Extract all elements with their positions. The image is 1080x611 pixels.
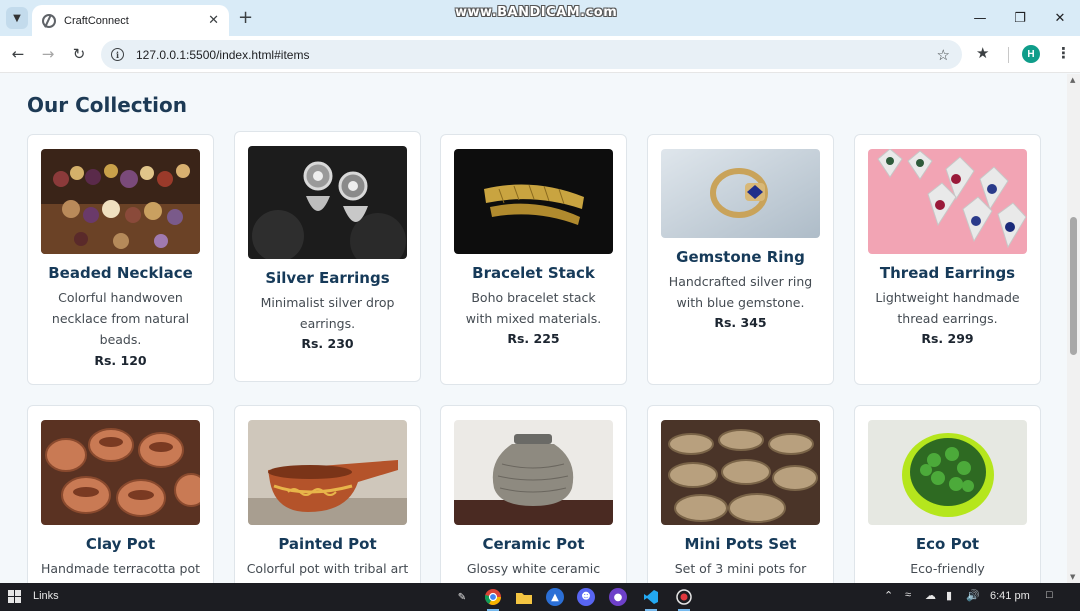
chrome-icon[interactable] [484, 588, 502, 611]
scrollbar-thumb[interactable] [1070, 217, 1077, 355]
scroll-down-icon[interactable]: ▼ [1070, 573, 1075, 581]
scroll-up-icon[interactable]: ▲ [1070, 76, 1075, 84]
product-image-beaded-necklace [41, 149, 200, 254]
browser-tab[interactable]: CraftConnect ✕ [32, 5, 229, 36]
product-description: Minimalist silver drop earrings. [260, 295, 395, 331]
github-icon[interactable]: ● [609, 588, 627, 606]
product-price: Rs. 299 [921, 331, 974, 346]
reload-button[interactable]: ↻ [69, 44, 89, 64]
product-name: Ceramic Pot [482, 535, 585, 553]
bookmark-star-icon[interactable]: ☆ [937, 46, 950, 64]
product-image-mini-pots [661, 420, 820, 525]
battery-icon[interactable]: ▮ [946, 589, 952, 602]
product-card[interactable]: Bracelet Stack Boho bracelet stack with … [440, 134, 627, 385]
product-name: Bracelet Stack [472, 264, 595, 282]
discord-icon[interactable]: ☻ [577, 588, 595, 606]
globe-icon [42, 13, 56, 28]
close-window-button[interactable]: ✕ [1040, 0, 1080, 36]
product-description: Glossy white ceramic [466, 561, 601, 576]
product-image-ceramic-pot [454, 420, 613, 525]
pen-tool-icon[interactable]: ✎ [453, 588, 471, 606]
browser-toolbar: ← → ↻ i 127.0.0.1:5500/index.html#items … [0, 36, 1080, 73]
product-price: Rs. 120 [94, 353, 147, 368]
tab-title: CraftConnect [64, 14, 129, 27]
product-name: Mini Pots Set [684, 535, 797, 553]
window-controls: — ❐ ✕ [960, 0, 1080, 36]
product-description: Set of 3 mini pots for [674, 561, 807, 576]
minimize-button[interactable]: — [960, 0, 1000, 36]
tab-search-button[interactable]: ▼ [6, 7, 28, 29]
windows-start-icon[interactable] [8, 590, 22, 604]
product-description: Handmade terracotta pot [40, 561, 201, 576]
product-name: Painted Pot [278, 535, 377, 553]
product-price: Rs. 225 [507, 331, 560, 346]
product-image-eco-pot [868, 420, 1027, 525]
product-price: Rs. 230 [301, 336, 354, 351]
file-explorer-icon[interactable] [515, 588, 533, 606]
windows-taskbar: Links ✎ ▲ ☻ ● ⌃ ≈ ☁ ▮ 🔊 6:41 pm □ [0, 583, 1080, 611]
product-image-gold-bracelet [454, 149, 613, 254]
product-description: Colorful pot with tribal art [246, 561, 409, 576]
profile-avatar[interactable]: H [1022, 45, 1040, 63]
product-description: Lightweight handmade thread earrings. [875, 290, 1020, 326]
site-info-icon[interactable]: i [111, 48, 124, 61]
page-viewport: Our Collection Beaded Necklace Colorful … [0, 74, 1067, 583]
product-card[interactable]: Silver Earrings Minimalist silver drop e… [234, 131, 421, 382]
app-icon[interactable]: ▲ [546, 588, 564, 606]
extensions-icon[interactable]: ★ [976, 44, 989, 62]
product-image-clay-pots [41, 420, 200, 525]
product-description: Boho bracelet stack with mixed materials… [465, 290, 602, 326]
product-name: Thread Earrings [879, 264, 1016, 282]
product-card[interactable]: Eco Pot Eco-friendly [854, 405, 1041, 583]
page-scrollbar[interactable]: ▲ ▼ [1067, 74, 1080, 583]
product-description: Handcrafted silver ring with blue gemsto… [668, 274, 813, 310]
restore-button[interactable]: ❐ [1000, 0, 1040, 36]
vscode-icon[interactable] [642, 588, 660, 611]
forward-button[interactable]: → [38, 44, 58, 64]
close-tab-icon[interactable]: ✕ [208, 13, 219, 28]
chevron-down-icon: ▼ [13, 12, 21, 24]
product-image-painted-pot [248, 420, 407, 525]
address-bar[interactable]: i 127.0.0.1:5500/index.html#items ☆ [101, 40, 962, 69]
new-tab-button[interactable]: + [238, 8, 253, 28]
url-text[interactable]: 127.0.0.1:5500/index.html#items [136, 48, 937, 62]
toolbar-divider [1008, 47, 1009, 63]
product-image-thread-earrings [868, 149, 1027, 254]
product-description: Colorful handwoven necklace from natural… [51, 290, 190, 347]
product-name: Beaded Necklace [48, 264, 193, 282]
wifi-icon[interactable]: ≈ [905, 589, 911, 601]
notification-icon[interactable]: □ [1046, 589, 1053, 601]
links-toolbar-label[interactable]: Links [33, 590, 59, 602]
product-image-silver-earrings [248, 146, 407, 259]
bandicam-icon[interactable] [675, 588, 693, 611]
product-card[interactable]: Thread Earrings Lightweight handmade thr… [854, 134, 1041, 385]
product-card[interactable]: Painted Pot Colorful pot with tribal art [234, 405, 421, 583]
product-card[interactable]: Clay Pot Handmade terracotta pot [27, 405, 214, 583]
product-image-gemstone-ring [661, 149, 820, 238]
product-description: Eco-friendly [910, 561, 985, 576]
product-card[interactable]: Ceramic Pot Glossy white ceramic [440, 405, 627, 583]
section-title: Our Collection [27, 93, 188, 117]
back-button[interactable]: ← [8, 44, 28, 64]
product-card[interactable]: Mini Pots Set Set of 3 mini pots for [647, 405, 834, 583]
cloud-icon[interactable]: ☁ [925, 589, 936, 602]
product-card[interactable]: Beaded Necklace Colorful handwoven neckl… [27, 134, 214, 385]
more-menu-icon[interactable]: ⋮ [1056, 44, 1071, 62]
tab-strip: ▼ CraftConnect ✕ + www.BANDICAM.com — ❐ … [0, 0, 1080, 36]
show-hidden-icons[interactable]: ⌃ [884, 589, 893, 602]
product-name: Eco Pot [915, 535, 980, 553]
product-name: Clay Pot [85, 535, 156, 553]
volume-icon[interactable]: 🔊 [966, 589, 980, 602]
taskbar-clock[interactable]: 6:41 pm [990, 590, 1030, 602]
product-name: Silver Earrings [265, 269, 390, 287]
product-name: Gemstone Ring [676, 248, 805, 266]
product-card[interactable]: Gemstone Ring Handcrafted silver ring wi… [647, 134, 834, 385]
recording-watermark: www.BANDICAM.com [455, 5, 618, 20]
product-price: Rs. 345 [714, 315, 767, 330]
